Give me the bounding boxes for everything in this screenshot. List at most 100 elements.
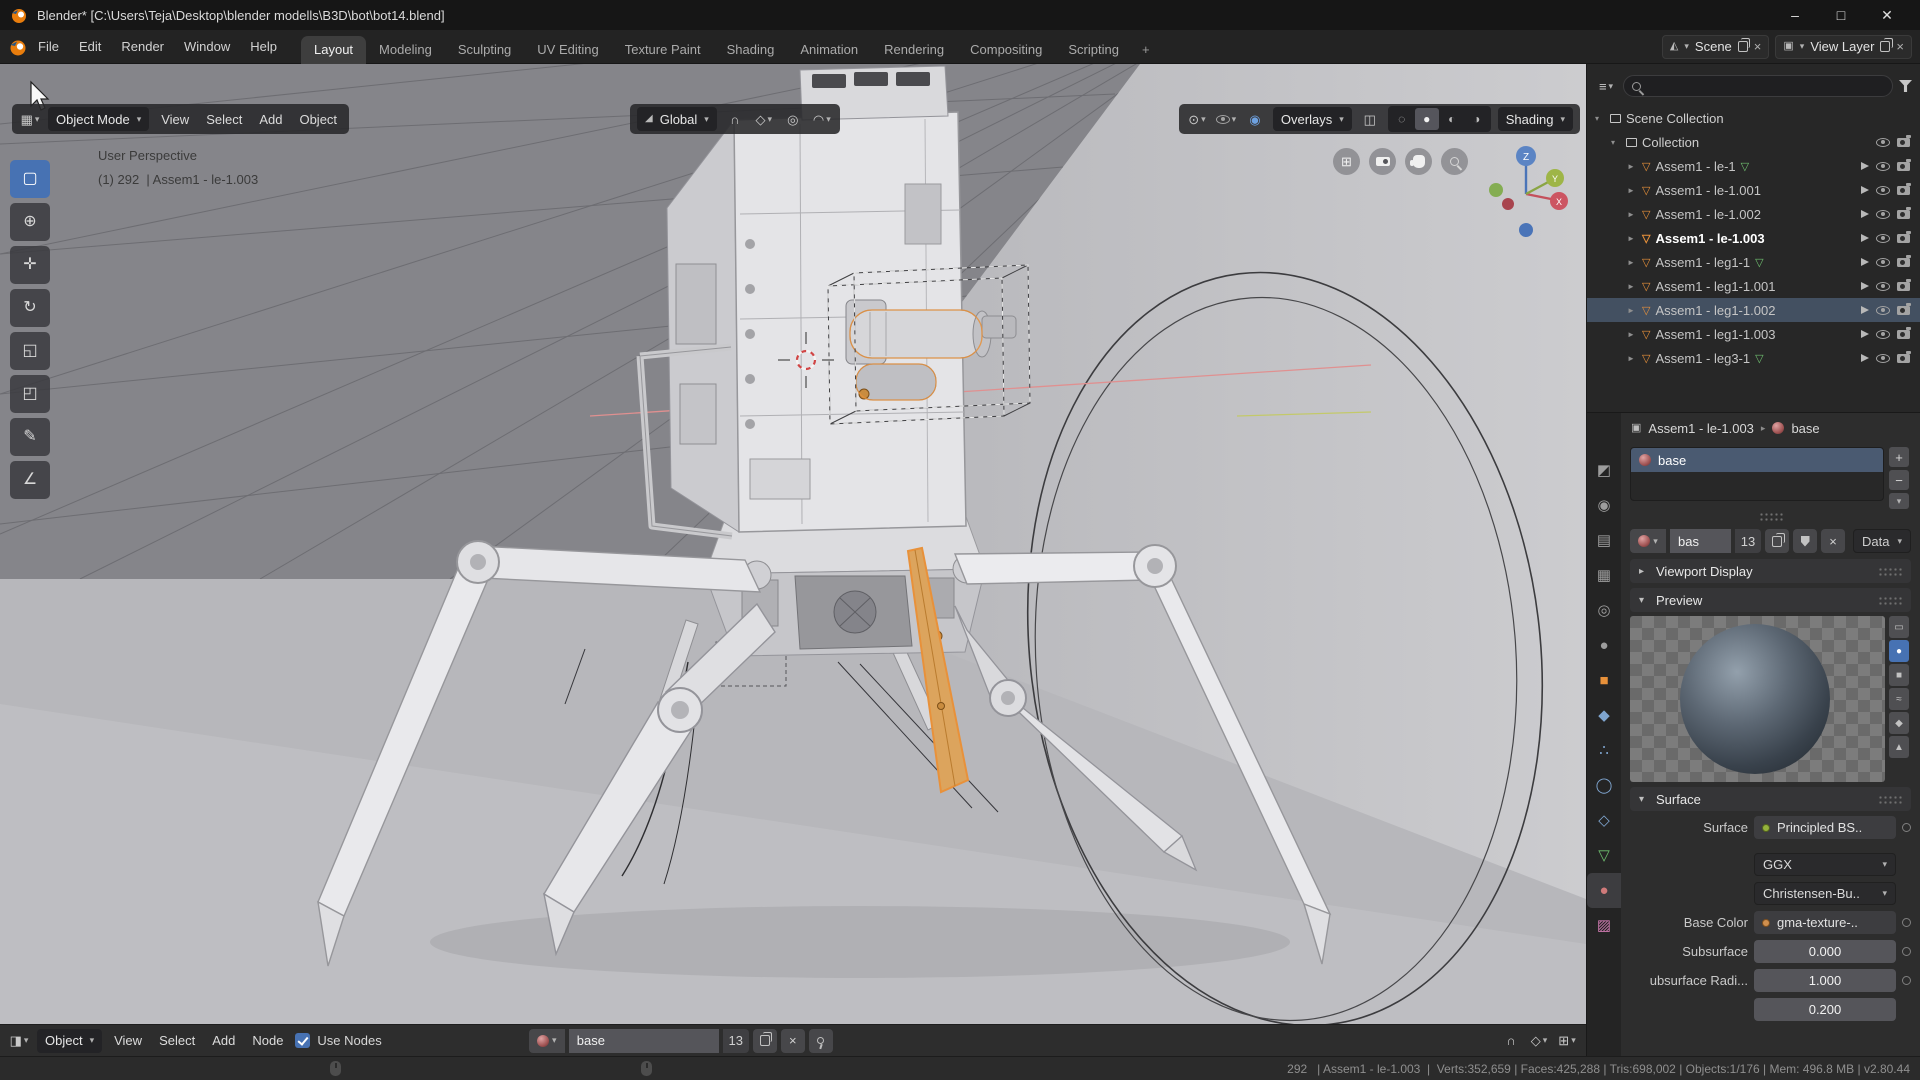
render-toggle-icon[interactable] (1897, 206, 1911, 219)
subsurface-slider[interactable]: 0.000 (1754, 940, 1896, 963)
tab-physics[interactable]: ◯ (1587, 768, 1621, 803)
shading-rendered-button[interactable]: ◑ (1465, 108, 1489, 130)
preview-flat-button[interactable]: ▭ (1889, 616, 1909, 638)
panel-grip[interactable] (1878, 595, 1902, 605)
selectable-toggle-icon[interactable] (1861, 186, 1869, 194)
pin-button[interactable] (808, 1028, 833, 1053)
slot-specials-dropdown[interactable]: ▾ (1889, 493, 1909, 509)
shading-wireframe-button[interactable]: ◌ (1390, 108, 1414, 130)
tab-sculpting[interactable]: Sculpting (445, 36, 524, 64)
tab-layout[interactable]: Layout (301, 35, 367, 64)
tab-texture[interactable]: ▨ (1587, 908, 1621, 943)
new-material-button[interactable] (1765, 529, 1789, 553)
hide-toggle-icon[interactable] (1876, 329, 1890, 339)
tool-cursor[interactable]: ⊕ (10, 203, 50, 241)
tab-scene[interactable]: ◎ (1587, 593, 1621, 628)
selectable-toggle-icon[interactable] (1861, 162, 1869, 170)
viewport-menu-object[interactable]: Object (294, 112, 342, 127)
tab-shading[interactable]: Shading (714, 36, 788, 64)
tab-object-data[interactable]: ▽ (1587, 838, 1621, 873)
decorator-icon[interactable] (1902, 976, 1911, 985)
material-user-count[interactable]: 13 (722, 1028, 749, 1053)
proportional-edit-button[interactable]: ◎ (782, 108, 804, 130)
render-toggle-icon[interactable] (1897, 302, 1911, 315)
tool-transform[interactable]: ◰ (10, 375, 50, 413)
surface-shader-field[interactable]: Principled BS.. (1754, 816, 1896, 839)
hide-toggle-icon[interactable] (1876, 257, 1890, 267)
outliner-row[interactable]: ► ▽ Assem1 - le-1.001 (1587, 178, 1920, 202)
tab-rendering[interactable]: Rendering (871, 36, 957, 64)
outliner-row[interactable]: ► ▽ Assem1 - le-1.002 (1587, 202, 1920, 226)
tool-select-box[interactable]: ▢ (10, 160, 50, 198)
unlink-scene-icon[interactable]: × (1754, 40, 1762, 53)
unlink-material-button[interactable]: × (1821, 529, 1845, 553)
panel-grip[interactable] (1878, 794, 1902, 804)
overlays-dropdown[interactable]: Overlays ▾ (1272, 107, 1352, 131)
camera-view-button[interactable] (1369, 148, 1396, 175)
tab-texture-paint[interactable]: Texture Paint (612, 36, 714, 64)
node-snap-toggle[interactable]: ∩ (1500, 1030, 1522, 1052)
viewport-menu-add[interactable]: Add (254, 112, 287, 127)
decorator-icon[interactable] (1902, 947, 1911, 956)
node-snap-target-dropdown[interactable]: ◇ ▾ (1528, 1030, 1550, 1052)
transform-orientation-dropdown[interactable]: ◢ Global ▾ (637, 107, 717, 131)
gizmo-y-negative[interactable] (1489, 183, 1503, 197)
snap-toggle-button[interactable]: ∩ (724, 108, 746, 130)
outliner-row[interactable]: ► ▽ Assem1 - leg1-1.001 (1587, 274, 1920, 298)
slot-list-grip[interactable] (1621, 509, 1920, 524)
shading-material-button[interactable]: ◐ (1440, 108, 1464, 130)
outliner-search[interactable] (1623, 75, 1893, 97)
render-toggle-icon[interactable] (1897, 254, 1911, 267)
hide-toggle-icon[interactable] (1876, 185, 1890, 195)
hide-toggle-icon[interactable] (1876, 233, 1890, 243)
menu-help[interactable]: Help (240, 35, 287, 58)
material-name-field[interactable]: bas (1670, 529, 1731, 553)
unlink-material-button[interactable]: × (780, 1028, 805, 1053)
outliner-row-scene-collection[interactable]: ▾ Scene Collection (1587, 106, 1920, 130)
visibility-dropdown[interactable]: ▾ (1215, 108, 1237, 130)
decorator-icon[interactable] (1902, 823, 1911, 832)
node-menu-node[interactable]: Node (247, 1033, 288, 1048)
expander-icon[interactable]: ▾ (1595, 114, 1605, 123)
preview-cloth-button[interactable]: ▲ (1889, 736, 1909, 758)
tab-scripting[interactable]: Scripting (1055, 36, 1132, 64)
expander-icon[interactable]: ► (1627, 282, 1637, 291)
tool-scale[interactable]: ◱ (10, 332, 50, 370)
tool-measure[interactable]: ∠ (10, 461, 50, 499)
outliner-search-input[interactable] (1647, 79, 1884, 93)
minimize-button[interactable]: – (1772, 0, 1818, 30)
hide-toggle-icon[interactable] (1876, 137, 1890, 147)
snap-target-dropdown[interactable]: ◇ ▾ (753, 108, 775, 130)
browse-material-button[interactable]: ▾ (1630, 529, 1666, 553)
material-user-count[interactable]: 13 (1735, 529, 1761, 553)
tab-active-tool[interactable]: ◩ (1587, 453, 1621, 488)
tab-constraints[interactable]: ◇ (1587, 803, 1621, 838)
3d-viewport[interactable]: ▦ ▾ Object Mode ▾ View Select Add Object… (0, 64, 1586, 1024)
subsurface-radius-field-2[interactable]: 0.200 (1754, 998, 1896, 1021)
tool-rotate[interactable]: ↻ (10, 289, 50, 327)
node-menu-view[interactable]: View (109, 1033, 147, 1048)
surface-section-header[interactable]: ▾ Surface (1630, 787, 1911, 811)
render-toggle-icon[interactable] (1897, 134, 1911, 147)
editor-type-button[interactable]: ▦ ▾ (19, 108, 41, 130)
view-layer-selector[interactable]: ▣ ▾ View Layer × (1775, 34, 1912, 59)
render-toggle-icon[interactable] (1897, 326, 1911, 339)
viewport-menu-select[interactable]: Select (201, 112, 247, 127)
menu-file[interactable]: File (28, 35, 69, 58)
add-slot-button[interactable]: + (1889, 447, 1909, 467)
menu-render[interactable]: Render (111, 35, 174, 58)
base-color-field[interactable]: gma-texture-.. (1754, 911, 1896, 934)
link-mode-dropdown[interactable]: Data ▾ (1853, 529, 1911, 553)
outliner-row-selected[interactable]: ► ▽ Assem1 - leg1-1.002 (1587, 298, 1920, 322)
hide-toggle-icon[interactable] (1876, 305, 1890, 315)
expander-icon[interactable]: ► (1627, 258, 1637, 267)
expander-icon[interactable]: ► (1627, 186, 1637, 195)
tab-modifiers[interactable]: ◆ (1587, 698, 1621, 733)
remove-view-layer-icon[interactable]: × (1896, 40, 1904, 53)
tab-render[interactable]: ◉ (1587, 488, 1621, 523)
blender-menu-icon[interactable] (8, 37, 28, 57)
viewport-display-section-header[interactable]: ▸ Viewport Display (1630, 559, 1911, 583)
gizmo-z-negative[interactable] (1519, 223, 1533, 237)
hide-toggle-icon[interactable] (1876, 209, 1890, 219)
render-toggle-icon[interactable] (1897, 278, 1911, 291)
